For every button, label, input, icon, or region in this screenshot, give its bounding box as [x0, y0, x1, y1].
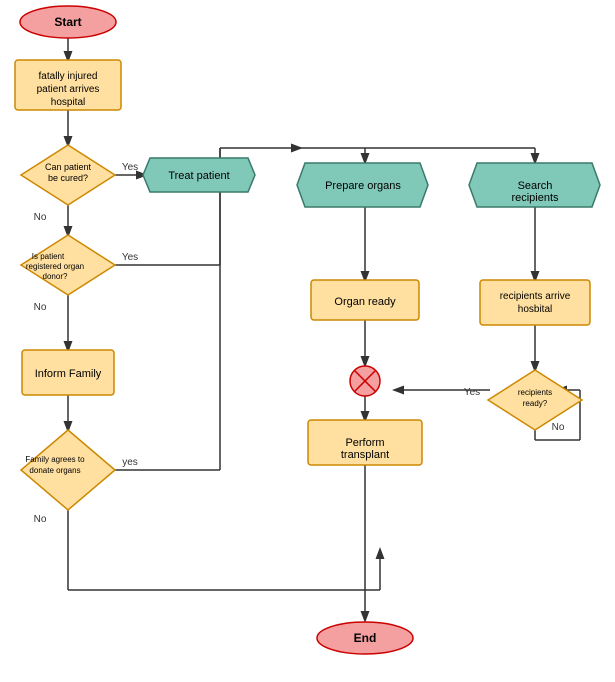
svg-text:Family agrees to: Family agrees to [25, 455, 85, 464]
svg-text:hosbital: hosbital [518, 304, 552, 315]
svg-text:Can patient: Can patient [45, 162, 92, 172]
svg-text:No: No [552, 422, 565, 433]
svg-text:donor?: donor? [43, 272, 68, 281]
treat-patient-label: Treat patient [168, 170, 229, 182]
svg-text:Yes: Yes [464, 387, 480, 398]
svg-text:No: No [34, 514, 47, 525]
svg-text:recipients: recipients [511, 192, 559, 204]
search-recipients-label: Search [518, 180, 553, 192]
svg-text:registered organ: registered organ [26, 262, 84, 271]
end-label: End [354, 631, 377, 645]
prepare-organs-label: Prepare organs [325, 180, 401, 192]
start-label: Start [54, 15, 81, 29]
inform-family-label: Inform Family [35, 368, 102, 380]
svg-text:hospital: hospital [51, 97, 85, 108]
svg-text:yes: yes [122, 457, 138, 468]
svg-text:donate organs: donate organs [29, 466, 80, 475]
svg-text:transplant: transplant [341, 449, 389, 461]
perform-transplant-label: Perform [345, 437, 384, 449]
patient-arrives-label: fatally injured [39, 71, 98, 82]
svg-text:ready?: ready? [523, 399, 548, 408]
flowchart: Start fatally injured patient arrives ho… [0, 0, 615, 682]
svg-text:No: No [34, 302, 47, 313]
svg-text:be cured?: be cured? [48, 173, 88, 183]
svg-text:recipients: recipients [518, 388, 552, 397]
organ-ready-label: Organ ready [334, 296, 396, 308]
svg-text:Is patient: Is patient [32, 252, 65, 261]
svg-text:Yes: Yes [122, 252, 138, 263]
svg-text:patient arrives: patient arrives [37, 84, 100, 95]
svg-text:No: No [34, 212, 47, 223]
svg-text:Yes: Yes [122, 162, 138, 173]
recipients-arrive-label: recipients arrive [500, 291, 571, 302]
